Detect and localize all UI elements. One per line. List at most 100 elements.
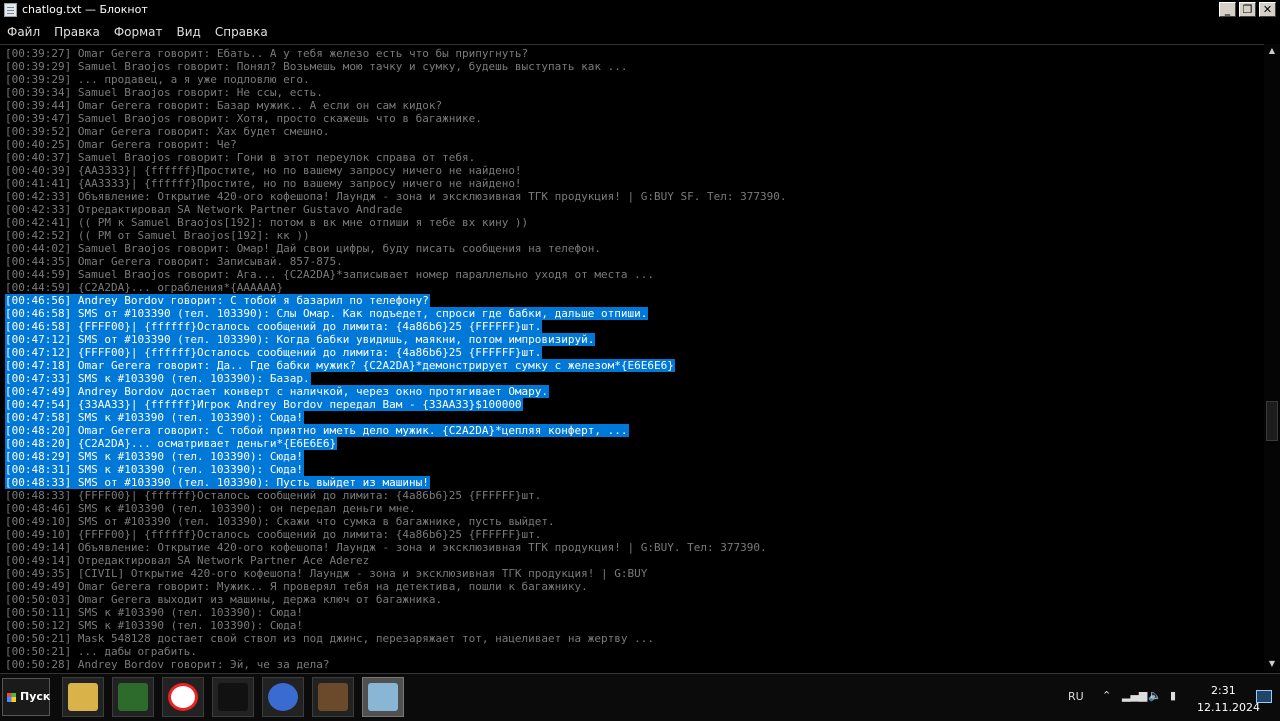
taskbar-app-yandex-browser[interactable] <box>162 677 204 717</box>
taskbar-app-notepad[interactable] <box>362 677 404 717</box>
log-line-text: [00:42:33] Отредактировал SA Network Par… <box>5 203 403 216</box>
log-line-selected[interactable]: [00:48:31] SMS к #103390 (тел. 103390): … <box>5 463 787 476</box>
log-line[interactable]: [00:44:35] Omar Gerera говорит: Записыва… <box>5 255 787 268</box>
log-line[interactable]: [00:40:39] {AA3333}| {ffffff}Простите, н… <box>5 164 787 177</box>
log-line-text: [00:47:12] SMS от #103390 (тел. 103390):… <box>5 333 596 346</box>
taskbar-app-file-explorer[interactable] <box>62 677 104 717</box>
log-line-selected[interactable]: [00:48:20] Omar Gerera говорит: С тобой … <box>5 424 787 437</box>
log-line[interactable]: [00:49:10] {FFFF00}| {ffffff}Осталось со… <box>5 528 787 541</box>
scroll-up-icon[interactable]: ▲ <box>1264 44 1280 58</box>
log-line-selected[interactable]: [00:47:12] SMS от #103390 (тел. 103390):… <box>5 333 787 346</box>
taskbar-app-task-manager[interactable] <box>112 677 154 717</box>
log-line[interactable]: [00:39:44] Omar Gerera говорит: Базар му… <box>5 99 787 112</box>
log-line-selected[interactable]: [00:46:56] Andrey Bordov говорит: С тобо… <box>5 294 787 307</box>
log-line[interactable]: [00:50:03] Omar Gerera выходит из машины… <box>5 593 787 606</box>
task-manager-icon <box>118 683 148 711</box>
log-line[interactable]: [00:44:59] {C2A2DA}... ограбления*{AAAAA… <box>5 281 787 294</box>
log-line[interactable]: [00:49:35] [CIVIL] Открытие 420-ого кофе… <box>5 567 787 580</box>
log-line-text: [00:50:11] SMS к #103390 (тел. 103390): … <box>5 606 304 619</box>
menu-view[interactable]: Вид <box>170 21 208 43</box>
log-line-selected[interactable]: [00:47:12] {FFFF00}| {ffffff}Осталось со… <box>5 346 787 359</box>
log-line[interactable]: [00:50:11] SMS к #103390 (тел. 103390): … <box>5 606 787 619</box>
network-signal-icon[interactable]: ▂▄▆ <box>1122 689 1147 702</box>
log-line-text: [00:50:21] Mask 548128 достает свой ство… <box>5 632 655 645</box>
log-line-text: [00:40:25] Omar Gerera говорит: Че? <box>5 138 237 151</box>
log-line[interactable]: [00:42:33] Объявление: Открытие 420-ого … <box>5 190 787 203</box>
clock-date[interactable]: 12.11.2024 <box>1197 701 1260 714</box>
menu-edit[interactable]: Правка <box>47 21 107 43</box>
log-line-selected[interactable]: [00:47:33] SMS к #103390 (тел. 103390): … <box>5 372 787 385</box>
notepad-icon <box>368 683 398 711</box>
log-line[interactable]: [00:39:29] Samuel Braojos говорит: Понял… <box>5 60 787 73</box>
text-editor[interactable]: [00:39:27] Omar Gerera говорит: Ебать.. … <box>0 44 1264 672</box>
log-line[interactable]: [00:39:29] ... продавец, а я уже подловл… <box>5 73 787 86</box>
log-line-selected[interactable]: [00:46:58] {FFFF00}| {ffffff}Осталось со… <box>5 320 787 333</box>
log-line[interactable]: [00:39:34] Samuel Braojos говорит: Не сс… <box>5 86 787 99</box>
yandex-browser-icon <box>168 683 198 711</box>
volume-icon[interactable]: 🔈 <box>1148 689 1162 702</box>
log-line-text: [00:49:14] Объявление: Открытие 420-ого … <box>5 541 767 554</box>
log-line[interactable]: [00:50:21] Mask 548128 достает свой ство… <box>5 632 787 645</box>
log-line[interactable]: [00:39:47] Samuel Braojos говорит: Хотя,… <box>5 112 787 125</box>
system-tray: RU ⌃ ▂▄▆ 🔈 ▮ 2:31 12.11.2024 <box>1060 674 1280 721</box>
log-line[interactable]: [00:42:52] (( PM от Samuel Braojos[192]:… <box>5 229 787 242</box>
log-line[interactable]: [00:50:12] SMS к #103390 (тел. 103390): … <box>5 619 787 632</box>
log-line[interactable]: [00:40:25] Omar Gerera говорит: Че? <box>5 138 787 151</box>
menu-file[interactable]: Файл <box>0 21 47 43</box>
scroll-down-icon[interactable]: ▼ <box>1264 657 1280 671</box>
command-prompt-icon <box>218 683 248 711</box>
maximize-button[interactable]: ❐ <box>1239 2 1256 17</box>
log-line[interactable]: [00:49:10] SMS от #103390 (тел. 103390):… <box>5 515 787 528</box>
log-line-selected[interactable]: [00:47:58] SMS к #103390 (тел. 103390): … <box>5 411 787 424</box>
log-line-selected[interactable]: [00:48:20] {C2A2DA}... осматривает деньг… <box>5 437 787 450</box>
log-line-selected[interactable]: [00:48:29] SMS к #103390 (тел. 103390): … <box>5 450 787 463</box>
minimize-button[interactable]: _ <box>1219 2 1236 17</box>
log-line[interactable]: [00:49:14] Объявление: Открытие 420-ого … <box>5 541 787 554</box>
scroll-thumb[interactable] <box>1266 401 1278 441</box>
log-line-selected[interactable]: [00:48:33] SMS от #103390 (тел. 103390):… <box>5 476 787 489</box>
taskbar-app-command-prompt[interactable] <box>212 677 254 717</box>
log-line[interactable]: [00:40:37] Samuel Braojos говорит: Гони … <box>5 151 787 164</box>
log-line-text: [00:49:10] {FFFF00}| {ffffff}Осталось со… <box>5 528 542 541</box>
cheat-engine-icon <box>268 683 298 711</box>
start-button[interactable]: Пуск <box>2 678 50 716</box>
log-line-text: [00:48:46] SMS к #103390 (тел. 103390): … <box>5 502 416 515</box>
log-line[interactable]: [00:48:33] {FFFF00}| {ffffff}Осталось со… <box>5 489 787 502</box>
taskbar-app-cheat-engine[interactable] <box>262 677 304 717</box>
log-line[interactable]: [00:50:21] ... дабы ограбить. <box>5 645 787 658</box>
taskbar-app-gta-san-andreas[interactable] <box>312 677 354 717</box>
battery-icon[interactable]: ▮ <box>1170 689 1176 702</box>
log-line-selected[interactable]: [00:47:49] Andrey Bordov достает конверт… <box>5 385 787 398</box>
log-line-selected[interactable]: [00:47:54] {33AA33}| {ffffff}Игрок Andre… <box>5 398 787 411</box>
log-line-text: [00:39:34] Samuel Braojos говорит: Не сс… <box>5 86 323 99</box>
close-button[interactable]: ✕ <box>1259 2 1276 17</box>
show-hidden-icons-icon[interactable]: ⌃ <box>1102 689 1111 702</box>
language-indicator[interactable]: RU <box>1068 690 1084 703</box>
log-line[interactable]: [00:42:41] (( PM к Samuel Braojos[192]: … <box>5 216 787 229</box>
log-line[interactable]: [00:39:52] Omar Gerera говорит: Хах буде… <box>5 125 787 138</box>
menu-help[interactable]: Справка <box>208 21 275 43</box>
log-line[interactable]: [00:49:14] Отредактировал SA Network Par… <box>5 554 787 567</box>
log-line[interactable]: [00:48:46] SMS к #103390 (тел. 103390): … <box>5 502 787 515</box>
log-line-text: [00:50:28] Andrey Bordov говорит: Эй, че… <box>5 658 330 671</box>
log-line[interactable]: [00:50:28] Andrey Bordov говорит: Эй, че… <box>5 658 787 671</box>
log-line-text: [00:42:52] (( PM от Samuel Braojos[192]:… <box>5 229 310 242</box>
log-line-text: [00:50:12] SMS к #103390 (тел. 103390): … <box>5 619 304 632</box>
log-line-text: [00:48:33] {FFFF00}| {ffffff}Осталось со… <box>5 489 542 502</box>
log-line[interactable]: [00:44:02] Samuel Braojos говорит: Омар!… <box>5 242 787 255</box>
log-line-selected[interactable]: [00:47:18] Omar Gerera говорит: Да.. Где… <box>5 359 787 372</box>
log-line[interactable]: [00:39:27] Omar Gerera говорит: Ебать.. … <box>5 47 787 60</box>
title-bar[interactable]: chatlog.txt — Блокнот _ ❐ ✕ <box>0 0 1280 20</box>
clock-time[interactable]: 2:31 <box>1211 684 1236 697</box>
show-desktop-icon[interactable] <box>1256 690 1272 703</box>
log-line-text: [00:46:56] Andrey Bordov говорит: С тобо… <box>5 294 430 307</box>
log-line[interactable]: [00:49:49] Omar Gerera говорит: Мужик.. … <box>5 580 787 593</box>
log-line[interactable]: [00:44:59] Samuel Braojos говорит: Ага..… <box>5 268 787 281</box>
log-line[interactable]: [00:41:41] {AA3333}| {ffffff}Простите, н… <box>5 177 787 190</box>
chat-log: [00:39:27] Omar Gerera говорит: Ебать.. … <box>5 47 787 671</box>
log-line-selected[interactable]: [00:46:58] SMS от #103390 (тел. 103390):… <box>5 307 787 320</box>
menu-format[interactable]: Формат <box>107 21 170 43</box>
log-line[interactable]: [00:42:33] Отредактировал SA Network Par… <box>5 203 787 216</box>
vertical-scrollbar[interactable]: ▲ ▼ <box>1264 44 1280 671</box>
log-line-text: [00:39:29] Samuel Braojos говорит: Понял… <box>5 60 628 73</box>
